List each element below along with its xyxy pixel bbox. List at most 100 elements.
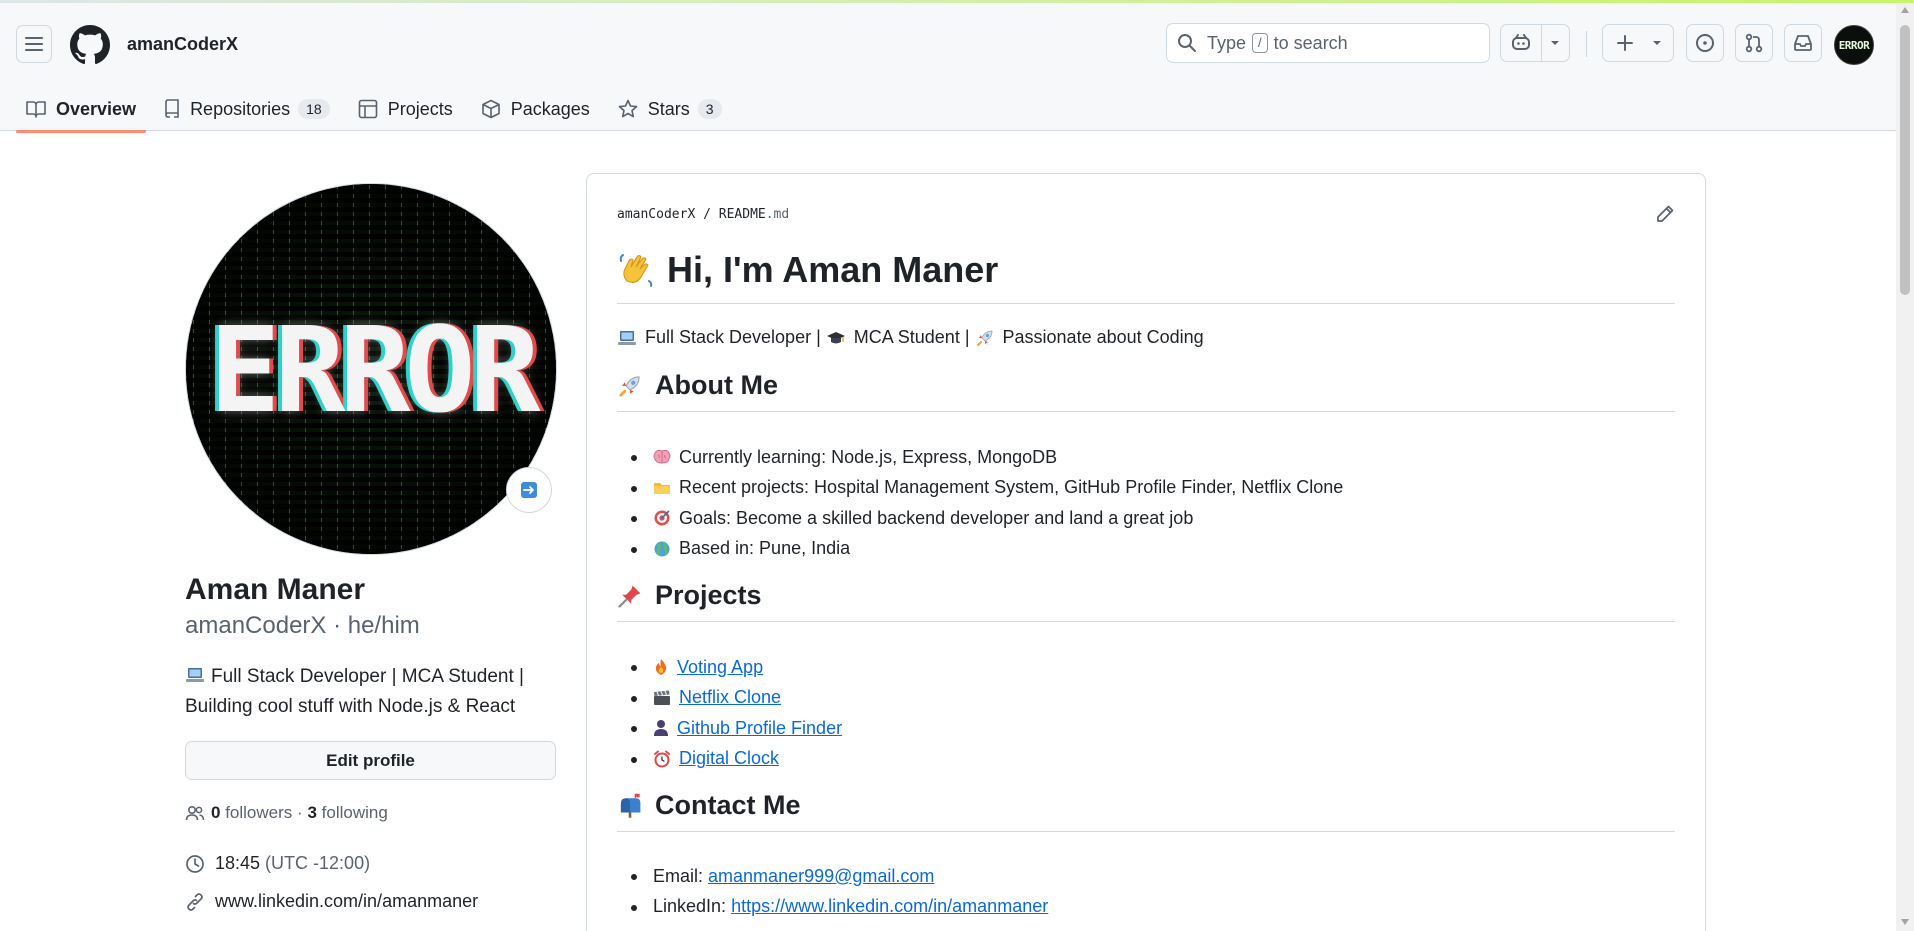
project-link-digital-clock[interactable]: Digital Clock [679, 748, 779, 769]
project-link-voting-app[interactable]: Voting App [677, 657, 763, 678]
search-icon [1178, 34, 1196, 52]
tab-label: Packages [510, 98, 590, 119]
page-scrollbar[interactable] [1896, 3, 1914, 931]
edit-pencil-icon[interactable] [1655, 204, 1675, 224]
fire-icon [653, 658, 669, 676]
set-status-button[interactable] [506, 467, 552, 513]
tab-stars[interactable]: Stars 3 [608, 87, 732, 131]
copilot-button[interactable] [1500, 24, 1570, 62]
chevron-down-icon [1551, 41, 1559, 45]
list-item: Github Profile Finder [617, 713, 842, 744]
inbox-icon [1794, 35, 1812, 51]
search-prefix: Type [1207, 32, 1247, 53]
stars-count-badge: 3 [697, 99, 722, 119]
tab-overview[interactable]: Overview [16, 87, 147, 133]
chevron-down-icon [1653, 41, 1661, 45]
user-avatar-menu[interactable]: ERROR [1834, 25, 1874, 65]
table-icon [358, 99, 377, 119]
waving-hand-emoji-icon [617, 251, 655, 289]
projects-list: Voting App Netflix Clone Github Profile … [617, 652, 842, 774]
alarm-clock-icon [653, 750, 671, 768]
tab-label: Projects [387, 98, 453, 119]
list-item: Recent projects: Hospital Management Sys… [617, 473, 1343, 504]
plus-icon [1617, 35, 1633, 51]
readme-tagline: Full Stack Developer | MCA Student | Pas… [617, 327, 1204, 348]
edit-profile-button[interactable]: Edit profile [185, 741, 556, 780]
projects-heading: Projects [617, 580, 1675, 622]
scroll-down-arrow-icon[interactable] [1901, 919, 1909, 925]
readme-title: Hi, I'm Aman Maner [617, 249, 1675, 304]
project-link-github-profile-finder[interactable]: Github Profile Finder [677, 718, 842, 739]
header-username[interactable]: amanCoderX [127, 34, 238, 55]
search-input[interactable]: Type / to search [1166, 23, 1490, 63]
tab-label: Stars [647, 98, 690, 119]
scrollbar-thumb[interactable] [1900, 25, 1910, 295]
clock-icon [186, 854, 204, 873]
scroll-up-arrow-icon[interactable] [1901, 7, 1909, 13]
link-icon [187, 892, 203, 911]
rocket-emoji-icon [975, 328, 995, 348]
mailbox-emoji-icon [617, 793, 643, 819]
issues-button[interactable] [1686, 24, 1724, 62]
graduation-cap-emoji-icon [826, 329, 846, 347]
people-icon [185, 805, 205, 821]
laptop-emoji-icon [617, 329, 637, 347]
following-link[interactable]: 3 following [307, 803, 387, 823]
laptop-emoji-icon [186, 668, 204, 682]
rocket-emoji-icon [617, 373, 643, 399]
book-icon [26, 101, 46, 118]
contact-list: Email: amanmaner999@gmail.com LinkedIn: … [617, 861, 1048, 922]
git-pull-request-icon [1745, 33, 1763, 53]
local-time: 18:45 (UTC -12:00) [185, 853, 370, 874]
profile-bio-text: Full Stack Developer | MCA Student | Bui… [185, 666, 524, 717]
list-item: Based in: Pune, India [617, 534, 1343, 565]
readme-owner-link[interactable]: amanCoderX [617, 207, 695, 222]
email-link[interactable]: amanmaner999@gmail.com [708, 866, 934, 887]
about-list: Currently learning: Node.js, Express, Mo… [617, 442, 1343, 564]
follow-separator: · [297, 803, 303, 822]
inbox-button[interactable] [1784, 24, 1822, 62]
linkedin-link[interactable]: https://www.linkedin.com/in/amanmaner [731, 896, 1048, 917]
about-heading: About Me [617, 370, 1675, 412]
follow-stats: 0 followers · 3 following [185, 803, 388, 823]
tab-packages[interactable]: Packages [471, 87, 600, 131]
project-link-netflix-clone[interactable]: Netflix Clone [679, 687, 781, 708]
list-item: Goals: Become a skilled backend develope… [617, 503, 1343, 534]
local-time-value: 18:45 [215, 853, 261, 873]
list-item: LinkedIn: https://www.linkedin.com/in/am… [617, 892, 1048, 923]
list-item: Currently learning: Node.js, Express, Mo… [617, 442, 1343, 473]
readme-title-text: Hi, I'm Aman Maner [667, 249, 999, 290]
folder-icon [653, 480, 671, 496]
avatar-text: ERROR [209, 301, 540, 439]
followers-link[interactable]: 0 followers [211, 803, 292, 823]
create-new-button[interactable] [1602, 24, 1674, 62]
menu-button[interactable] [16, 25, 52, 63]
profile-avatar[interactable]: ERROR [185, 183, 557, 555]
profile-login-pronouns: amanCoderX · he/him [185, 612, 420, 639]
globe-icon [653, 540, 671, 558]
list-item: Digital Clock [617, 744, 842, 775]
repo-icon [165, 99, 179, 118]
profile-website[interactable]: www.linkedin.com/in/amanmaner [185, 891, 478, 912]
package-icon [481, 99, 500, 119]
tab-repositories[interactable]: Repositories 18 [154, 87, 340, 131]
list-item: Voting App [617, 652, 842, 683]
readme-path: amanCoderX / README.md [617, 207, 790, 222]
header-divider [1586, 31, 1587, 57]
global-header: amanCoderX Type / to search ERROR Overvi… [0, 3, 1896, 133]
pull-requests-button[interactable] [1735, 24, 1773, 62]
github-logo-icon[interactable] [70, 25, 110, 65]
hamburger-icon [25, 37, 43, 51]
readme-file-link[interactable]: README.md [719, 207, 789, 222]
tab-projects[interactable]: Projects [348, 87, 463, 131]
tab-label: Repositories [190, 98, 291, 119]
copilot-icon [1512, 34, 1530, 50]
search-shortcut-key: / [1252, 33, 1268, 53]
clapper-icon [653, 690, 671, 706]
website-link[interactable]: www.linkedin.com/in/amanmaner [215, 891, 478, 912]
profile-tabs: Overview Repositories 18 Projects Packag… [16, 87, 740, 133]
right-arrow-emoji-icon [521, 482, 537, 498]
issue-opened-icon [1696, 34, 1714, 52]
target-icon [653, 509, 671, 527]
search-suffix: to search [1273, 32, 1348, 53]
